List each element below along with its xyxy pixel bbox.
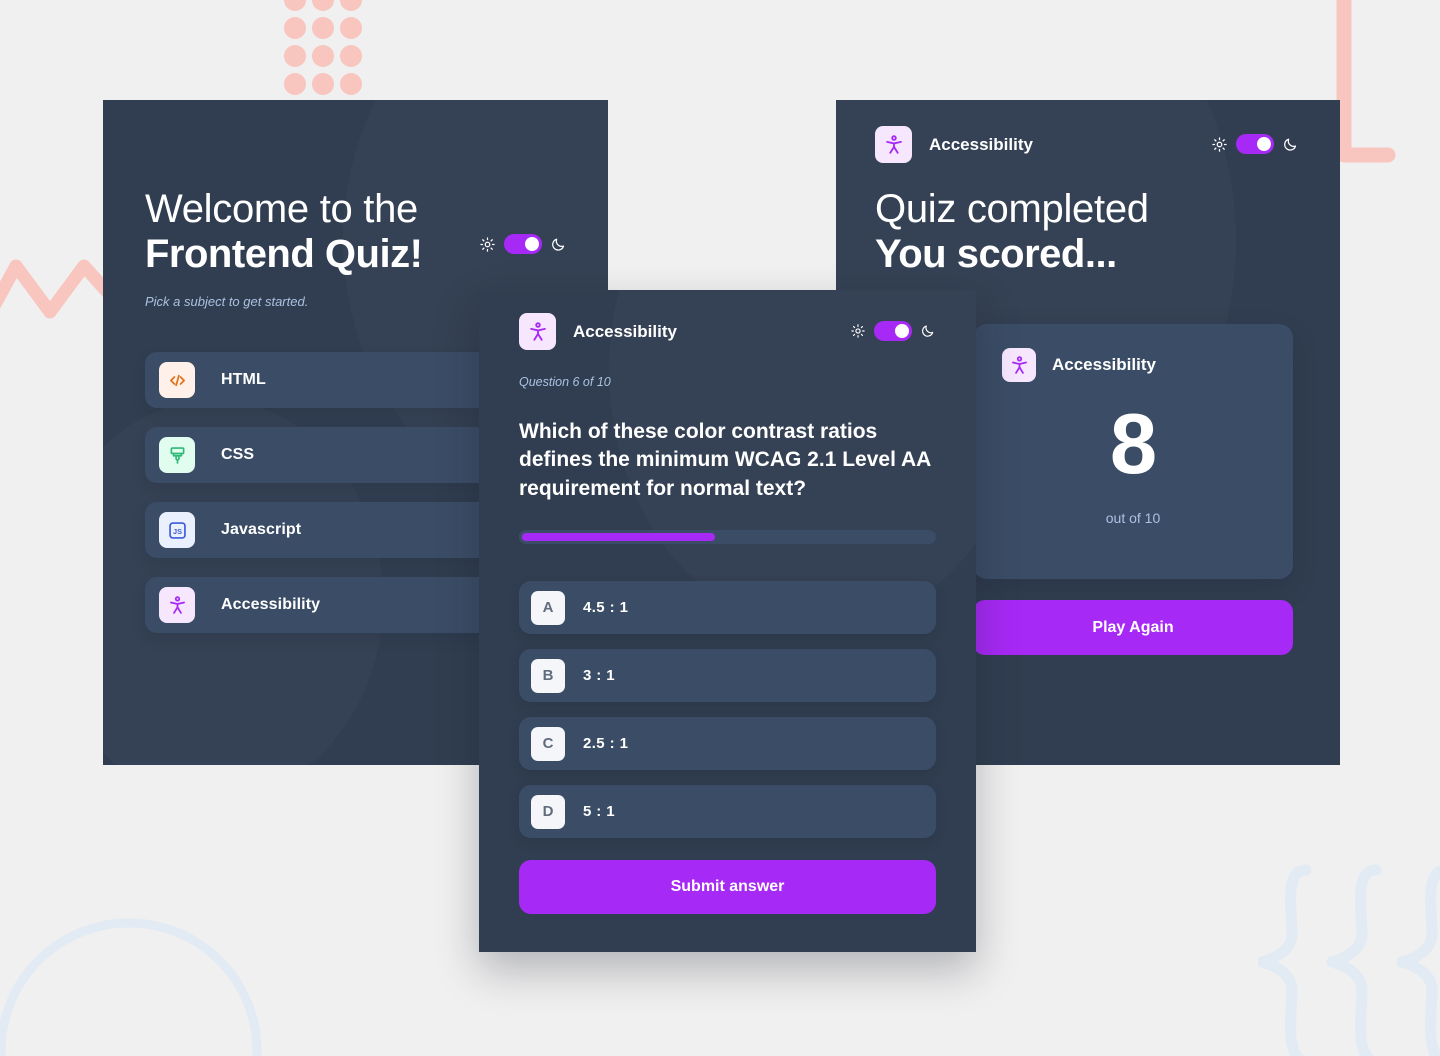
javascript-js-icon: JS (159, 512, 195, 548)
moon-icon (1284, 138, 1297, 151)
results-title-line2: You scored... (875, 232, 1117, 277)
answer-option-d[interactable]: D 5 : 1 (519, 785, 936, 838)
theme-toggle-question[interactable] (851, 321, 935, 341)
decor-dot (312, 17, 334, 39)
results-subject-chip: Accessibility (875, 126, 1033, 163)
answer-letter: D (531, 794, 565, 829)
score-panel: Accessibility 8 out of 10 (973, 324, 1293, 579)
subject-label: Accessibility (221, 596, 321, 613)
pink-corner-bracket-icon (1336, 0, 1396, 163)
answer-letter: C (531, 726, 565, 761)
switch-knob (1257, 137, 1271, 151)
question-progress-bar (519, 530, 936, 544)
welcome-title-line1: Welcome to the (145, 187, 418, 231)
question-text: Which of these color contrast ratios def… (519, 420, 931, 500)
accessibility-person-icon (1002, 348, 1036, 382)
score-value: 8 (1109, 397, 1157, 492)
dark-mode-switch[interactable] (1236, 134, 1274, 154)
decor-dot (340, 0, 362, 11)
subject-label: HTML (221, 371, 266, 388)
code-brackets-icon (159, 362, 195, 398)
results-title-line1: Quiz completed (875, 187, 1149, 231)
sun-icon (1212, 136, 1227, 152)
decor-dot (284, 0, 306, 11)
decor-dot (312, 0, 334, 11)
answer-option-b[interactable]: B 3 : 1 (519, 649, 936, 702)
progress-fill (522, 533, 716, 541)
decor-dot (340, 17, 362, 39)
answer-option-c[interactable]: C 2.5 : 1 (519, 717, 936, 770)
paint-brush-icon (159, 437, 195, 473)
subject-label: Javascript (221, 521, 302, 538)
sun-icon (851, 324, 865, 338)
decor-dot (312, 45, 334, 67)
accessibility-person-icon (519, 313, 556, 350)
submit-answer-button[interactable]: Submit answer (519, 860, 936, 914)
question-card: Accessibility Question 6 of 10 Which of … (479, 290, 976, 952)
answer-option-a[interactable]: A 4.5 : 1 (519, 581, 936, 634)
switch-knob (895, 324, 909, 338)
answer-text: 2.5 : 1 (583, 735, 629, 752)
decor-dot (340, 73, 362, 95)
answer-letter: A (531, 590, 565, 625)
decor-dot (284, 17, 306, 39)
app-canvas: Welcome to the Frontend Quiz! Pick a sub… (0, 0, 1440, 1056)
results-heading: Quiz completed You scored... (875, 187, 1305, 278)
play-again-button[interactable]: Play Again (973, 600, 1293, 655)
answer-text: 3 : 1 (583, 667, 616, 684)
dark-mode-switch[interactable] (874, 321, 912, 341)
welcome-title-line2: Frontend Quiz! (145, 232, 423, 277)
question-subject-chip: Accessibility (519, 313, 677, 350)
decor-dot (284, 73, 306, 95)
svg-text:JS: JS (173, 527, 182, 536)
score-out-of: out of 10 (1105, 510, 1161, 526)
answer-text: 4.5 : 1 (583, 599, 629, 616)
accessibility-person-icon (159, 587, 195, 623)
blue-circle-outline-icon (0, 918, 262, 1056)
question-subject-label: Accessibility (573, 321, 677, 341)
score-subject-label: Accessibility (1052, 355, 1156, 374)
theme-toggle-results[interactable] (1212, 134, 1298, 154)
score-subject-chip: Accessibility (1002, 348, 1156, 382)
blue-curly-braces-icon (1258, 864, 1440, 1056)
answer-text: 5 : 1 (583, 803, 616, 820)
subject-label: CSS (221, 446, 255, 463)
moon-icon (922, 325, 934, 337)
decor-dot (312, 73, 334, 95)
question-counter: Question 6 of 10 (519, 375, 611, 389)
accessibility-person-icon (875, 126, 912, 163)
decor-dot (284, 45, 306, 67)
decor-dot (340, 45, 362, 67)
answer-options-list: A 4.5 : 1 B 3 : 1 C 2.5 : 1 D 5 : 1 (519, 581, 936, 838)
answer-letter: B (531, 658, 565, 693)
results-subject-label: Accessibility (929, 134, 1033, 154)
